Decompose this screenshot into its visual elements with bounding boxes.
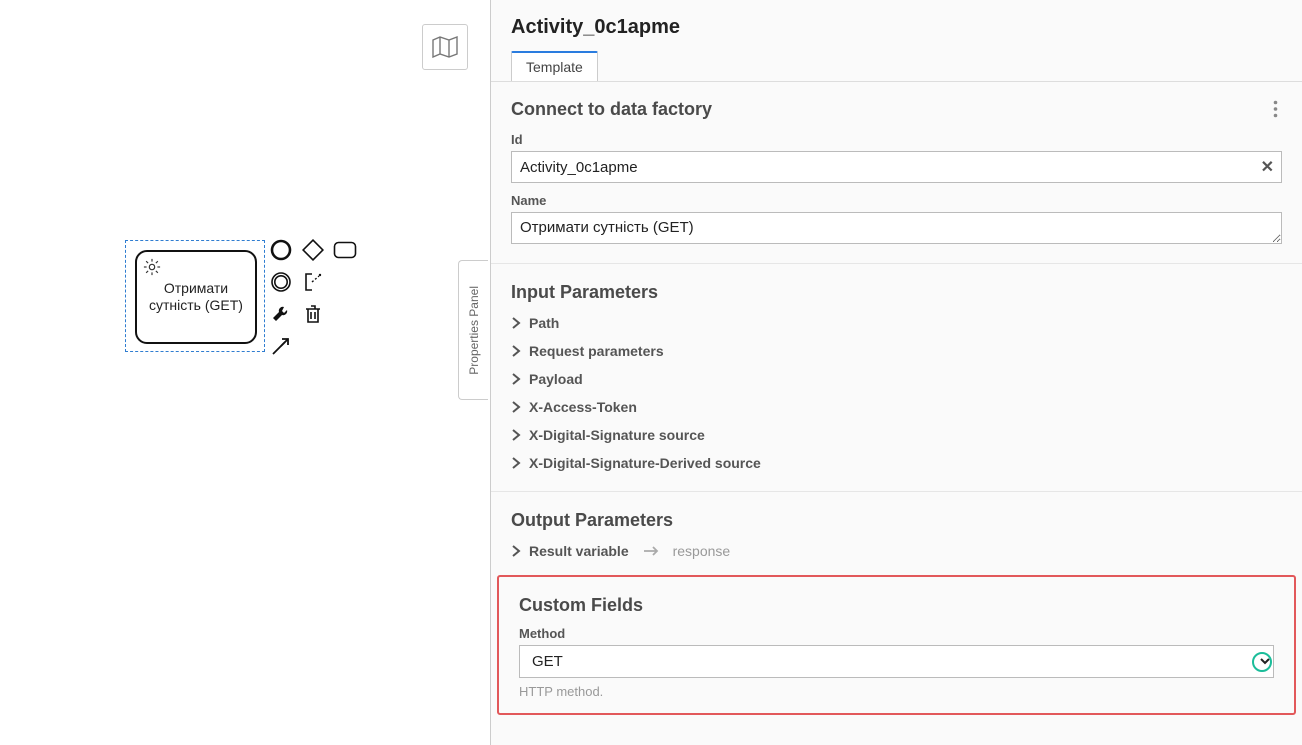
minimap-button[interactable] — [422, 24, 468, 70]
custom-fields-heading: Custom Fields — [519, 595, 1274, 616]
input-param-access-token[interactable]: X-Access-Token — [511, 393, 1282, 421]
method-select[interactable]: GET — [519, 645, 1274, 678]
output-parameters-heading: Output Parameters — [511, 510, 1282, 531]
group-output-parameters: Output Parameters Result variable respon… — [491, 492, 1302, 571]
task-label: Отримати сутність (GET) — [149, 280, 243, 315]
append-gateway-icon[interactable] — [300, 237, 326, 263]
properties-panel: Activity_0c1apme Template Connect to dat… — [490, 0, 1302, 745]
group-input-parameters: Input Parameters Path Request parameters… — [491, 264, 1302, 492]
element-title: Activity_0c1apme — [511, 16, 1282, 39]
append-intermediate-event-icon[interactable] — [268, 269, 294, 295]
append-end-event-icon[interactable] — [268, 237, 294, 263]
arrow-right-icon — [643, 546, 659, 556]
bpmn-task[interactable]: Отримати сутність (GET) — [135, 250, 257, 344]
diagram-canvas[interactable]: Отримати сутність (GET) — [0, 0, 490, 745]
gear-icon — [143, 258, 161, 276]
trash-icon[interactable] — [300, 301, 326, 327]
map-icon — [432, 36, 458, 58]
append-task-icon[interactable] — [332, 237, 358, 263]
output-param-result[interactable]: Result variable response — [511, 537, 1282, 565]
input-param-path[interactable]: Path — [511, 309, 1282, 337]
name-input[interactable]: Отримати сутність (GET) — [511, 212, 1282, 244]
selection-outline: Отримати сутність (GET) — [125, 240, 265, 352]
properties-panel-toggle[interactable]: Properties Panel — [458, 260, 488, 400]
input-param-payload[interactable]: Payload — [511, 365, 1282, 393]
input-param-dsig-derived[interactable]: X-Digital-Signature-Derived source — [511, 449, 1282, 477]
wrench-icon[interactable] — [268, 301, 294, 327]
input-param-dsig-source[interactable]: X-Digital-Signature source — [511, 421, 1282, 449]
id-input[interactable] — [511, 151, 1282, 183]
connect-icon[interactable] — [268, 333, 294, 359]
name-label: Name — [511, 193, 1282, 208]
input-parameters-heading: Input Parameters — [511, 282, 1282, 303]
method-help: HTTP method. — [519, 684, 1274, 699]
properties-panel-label: Properties Panel — [467, 286, 481, 375]
clear-id-icon[interactable]: ✕ — [1261, 157, 1274, 177]
annotation-icon[interactable] — [300, 269, 326, 295]
method-label: Method — [519, 626, 1274, 641]
input-param-request[interactable]: Request parameters — [511, 337, 1282, 365]
id-label: Id — [511, 132, 1282, 147]
group-general-heading: Connect to data factory — [511, 99, 712, 120]
group-general: Connect to data factory Id ✕ Name Отрима… — [491, 82, 1302, 264]
output-param-value: response — [673, 543, 731, 559]
custom-fields-highlight: Custom Fields Method GET HTTP method. — [497, 575, 1296, 715]
more-icon[interactable] — [1269, 96, 1282, 122]
tab-template[interactable]: Template — [511, 51, 598, 81]
context-palette — [268, 237, 368, 365]
